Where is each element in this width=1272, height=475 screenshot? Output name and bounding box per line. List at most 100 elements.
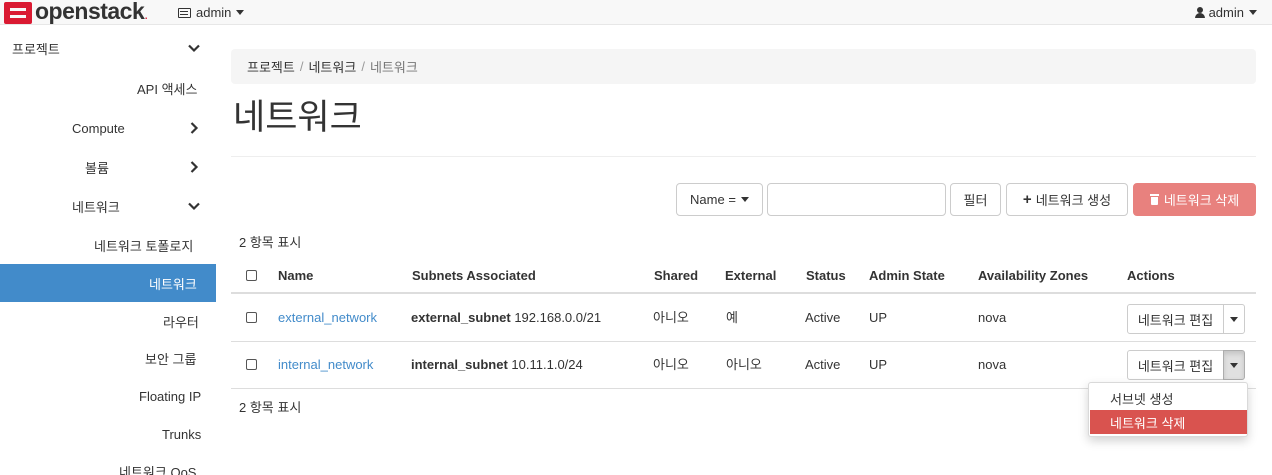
sidebar-item-floating-ip[interactable]: Floating IP [0,377,216,415]
sidebar-item-label: 볼륨 [85,160,109,176]
status-cell: Active [805,310,841,325]
project-selector-label: admin [196,5,232,20]
subnet-cidr: 192.168.0.0/21 [514,310,602,325]
sidebar-item-label: API 액세스 [137,81,198,97]
column-header-availability-zones[interactable]: Availability Zones [978,268,1088,283]
sidebar-item-label: 네트워크 QoS [119,464,197,475]
chevron-right-icon [188,161,200,173]
network-name-cell: external_network [278,310,377,326]
sidebar-item-network-topology[interactable]: 네트워크 토폴로지 [0,226,216,264]
select-all-checkbox[interactable] [246,270,257,281]
status-cell: Active [805,357,841,372]
sidebar-item-label: Trunks [162,426,202,442]
column-header-external[interactable]: External [725,268,776,283]
openstack-logo[interactable]: openstack. [4,0,148,25]
chevron-right-icon [188,122,200,134]
item-count-footer: 2 항목 표시 [239,400,302,415]
network-name-cell: internal_network [278,357,373,373]
top-navbar: openstack. admin admin [0,0,1272,25]
row-checkbox[interactable] [246,312,257,323]
column-header-name[interactable]: Name [278,268,313,283]
title-divider [231,156,1256,157]
sidebar-item-label: 네트워크 [72,199,120,215]
plus-icon: + [1022,191,1032,208]
brand-name: openstack. [35,0,148,24]
breadcrumb-separator: / [361,59,365,74]
zones-cell: nova [978,357,1007,372]
subnet-name: internal_subnet [411,357,508,372]
sidebar-item-networks[interactable]: 네트워크 [0,264,216,302]
row-actions-toggle[interactable] [1223,350,1245,380]
chevron-down-icon [188,42,200,54]
table-row: external_network external_subnet 192.168… [231,295,1256,342]
create-network-button[interactable]: + 네트워크 생성 [1006,183,1128,216]
project-icon [178,7,191,18]
shared-cell: 아니오 [653,310,689,325]
sidebar-item-label: 네트워크 [149,276,197,292]
project-selector[interactable]: admin [178,0,245,25]
column-header-admin-state[interactable]: Admin State [869,268,945,283]
breadcrumb-item-network-group[interactable]: 네트워크 [308,57,356,76]
breadcrumb-item-project[interactable]: 프로젝트 [247,57,295,76]
row-actions-toggle[interactable] [1223,304,1245,334]
admin-state-cell: UP [869,310,888,325]
filter-button[interactable]: 필터 [950,183,1001,216]
sidebar-item-label: 프로젝트 [12,41,60,57]
subnet-name: external_subnet [411,310,511,325]
network-name-link[interactable]: external_network [278,310,377,325]
sidebar: 프로젝트 API 액세스 Compute 볼륨 네트워크 네트워크 토폴로지 네… [0,25,216,475]
subnets-cell: external_subnet 192.168.0.0/21 [411,310,601,326]
delete-networks-label: 네트워크 삭제 [1163,193,1240,208]
page-title: 네트워크 [233,98,362,137]
sidebar-item-compute[interactable]: Compute [0,109,216,147]
zones-cell: nova [978,310,1007,325]
sidebar-item-routers[interactable]: 라우터 [0,302,216,340]
subnet-cidr: 10.11.1.0/24 [511,357,583,372]
column-header-subnets[interactable]: Subnets Associated [412,268,536,283]
subnets-cell: internal_subnet 10.11.1.0/24 [411,357,583,373]
breadcrumb: 프로젝트 / 네트워크 / 네트워크 [231,49,1256,84]
delete-networks-button[interactable]: 네트워크 삭제 [1133,183,1256,216]
caret-down-icon [1249,10,1257,15]
edit-network-button[interactable]: 네트워크 편집 [1127,350,1224,380]
column-header-shared[interactable]: Shared [654,268,698,283]
filter-field-label: Name = [690,192,736,207]
column-header-status[interactable]: Status [806,268,846,283]
sidebar-item-label: 네트워크 토폴로지 [94,238,194,254]
trash-icon [1149,194,1159,205]
sidebar-item-label: Compute [72,120,125,136]
chevron-down-icon [188,200,200,212]
filter-input[interactable] [767,183,946,216]
external-cell: 예 [726,310,738,325]
edit-network-button[interactable]: 네트워크 편집 [1127,304,1224,334]
external-cell: 아니오 [726,357,762,372]
column-header-actions: Actions [1127,268,1175,283]
user-menu[interactable]: admin [1194,0,1257,25]
item-count: 2 항목 표시 [239,235,302,250]
table-header: Name Subnets Associated Shared External … [231,258,1256,294]
sidebar-item-label: 보안 그룹 [145,351,197,367]
sidebar-item-project[interactable]: 프로젝트 [0,29,216,67]
breadcrumb-separator: / [299,59,304,74]
create-subnet-menu-item[interactable]: 서브넷 생성 [1090,386,1247,410]
user-icon [1194,7,1205,18]
shared-cell: 아니오 [653,357,689,372]
row-actions-menu: 서브넷 생성 네트워크 삭제 [1088,382,1248,437]
sidebar-item-api-access[interactable]: API 액세스 [0,69,216,107]
user-menu-label: admin [1208,5,1244,20]
row-checkbox[interactable] [246,359,257,370]
delete-network-menu-item[interactable]: 네트워크 삭제 [1090,410,1247,434]
sidebar-item-network-group[interactable]: 네트워크 [0,187,216,225]
openstack-logo-icon [4,1,32,24]
sidebar-item-network-qos[interactable]: 네트워크 QoS [0,452,216,475]
breadcrumb-item-current: 네트워크 [369,60,418,75]
sidebar-item-security-groups[interactable]: 보안 그룹 [0,339,216,377]
sidebar-item-volumes[interactable]: 볼륨 [0,148,216,186]
caret-down-icon [236,10,245,15]
network-name-link[interactable]: internal_network [278,357,373,372]
admin-state-cell: UP [869,357,888,372]
caret-down-icon [1230,316,1238,322]
filter-field-dropdown[interactable]: Name = [676,183,763,216]
sidebar-item-label: Floating IP [139,388,202,404]
sidebar-item-trunks[interactable]: Trunks [0,415,216,453]
